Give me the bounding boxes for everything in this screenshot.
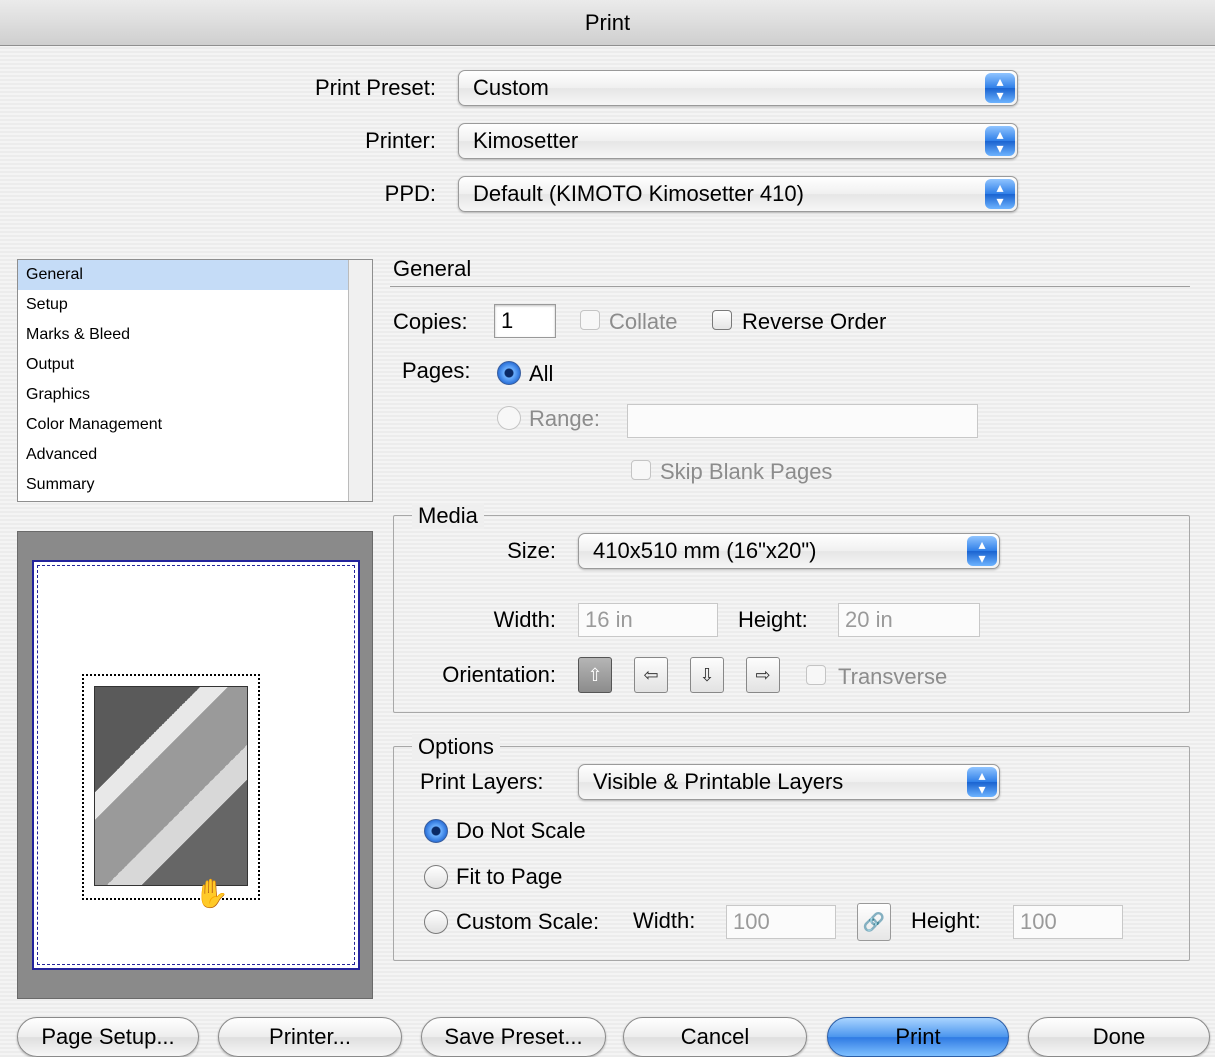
fit-to-page-label: Fit to Page	[456, 864, 563, 889]
orientation-label: Orientation:	[442, 662, 556, 687]
custom-scale-label: Custom Scale:	[456, 909, 600, 934]
pages-range-radio[interactable]	[497, 406, 521, 430]
done-button[interactable]: Done	[1028, 1017, 1210, 1057]
size-label: Size:	[507, 538, 556, 563]
fit-to-page-radio[interactable]	[424, 865, 448, 889]
media-width-label: Width:	[493, 607, 556, 632]
ppd-popup[interactable]: Default (KIMOTO Kimosetter 410) ▴ ▾	[458, 176, 1018, 212]
popup-arrows-icon: ▴ ▾	[985, 73, 1015, 103]
reverse-order-label: Reverse Order	[742, 309, 887, 334]
category-item-marks-bleed[interactable]: Marks & Bleed	[18, 320, 372, 350]
printer-label: Printer:	[365, 128, 436, 153]
category-item-general[interactable]: General	[18, 260, 372, 290]
options-title: Options	[412, 734, 500, 760]
media-height-field[interactable]: 20 in	[838, 603, 980, 637]
print-preset-popup[interactable]: Custom ▴ ▾	[458, 70, 1018, 106]
skip-blank-checkbox[interactable]	[631, 460, 651, 480]
popup-arrows-icon: ▴ ▾	[967, 536, 997, 566]
scale-width-field[interactable]: 100	[726, 905, 836, 939]
size-popup[interactable]: 410x510 mm (16"x20") ▴ ▾	[578, 533, 1000, 569]
copies-input[interactable]: 1	[494, 304, 556, 338]
pages-all-radio[interactable]	[497, 361, 521, 385]
orientation-reverse-portrait-icon[interactable]: ⇩	[690, 657, 724, 693]
copies-label: Copies:	[393, 309, 468, 334]
scale-width-label: Width:	[633, 908, 696, 933]
transverse-checkbox[interactable]	[806, 665, 826, 685]
orientation-reverse-landscape-icon[interactable]: ⇨	[746, 657, 780, 693]
document-image	[94, 686, 248, 886]
category-item-summary[interactable]: Summary	[18, 470, 372, 500]
category-item-graphics[interactable]: Graphics	[18, 380, 372, 410]
print-layers-label: Print Layers:	[420, 769, 544, 794]
ppd-value: Default (KIMOTO Kimosetter 410)	[473, 181, 804, 206]
print-layers-popup[interactable]: Visible & Printable Layers ▴ ▾	[578, 764, 1000, 800]
transverse-label: Transverse	[838, 664, 948, 689]
media-height-label: Height:	[738, 607, 808, 632]
chain-link-icon[interactable]: 🔗	[857, 903, 891, 941]
scale-height-field[interactable]: 100	[1013, 905, 1123, 939]
print-preset-value: Custom	[473, 75, 549, 100]
orientation-portrait-icon[interactable]: ⇧	[578, 657, 612, 693]
print-preset-label: Print Preset:	[314, 75, 436, 100]
pages-label: Pages:	[402, 358, 471, 383]
category-item-output[interactable]: Output	[18, 350, 372, 380]
list-scrollbar[interactable]	[348, 260, 372, 501]
category-item-advanced[interactable]: Advanced	[18, 440, 372, 470]
hand-cursor-icon: ✋	[194, 878, 229, 909]
popup-arrows-icon: ▴ ▾	[985, 126, 1015, 156]
printer-button[interactable]: Printer...	[218, 1017, 402, 1057]
pages-range-label: Range:	[529, 406, 600, 431]
media-width-field[interactable]: 16 in	[578, 603, 718, 637]
collate-label: Collate	[609, 309, 678, 334]
section-heading: General	[393, 256, 472, 281]
print-preview: ✋	[17, 531, 373, 999]
popup-arrows-icon: ▴ ▾	[967, 767, 997, 797]
collate-checkbox[interactable]	[580, 310, 600, 330]
ppd-label: PPD:	[384, 181, 436, 206]
popup-arrows-icon: ▴ ▾	[985, 179, 1015, 209]
reverse-order-checkbox[interactable]	[712, 310, 732, 330]
do-not-scale-label: Do Not Scale	[456, 818, 586, 843]
category-item-color-management[interactable]: Color Management	[18, 410, 372, 440]
pages-all-label: All	[529, 361, 554, 386]
printer-popup[interactable]: Kimosetter ▴ ▾	[458, 123, 1018, 159]
heading-divider	[390, 286, 1190, 287]
save-preset-button[interactable]: Save Preset...	[421, 1017, 606, 1057]
scale-height-label: Height:	[911, 908, 981, 933]
window-title: Print	[0, 0, 1215, 46]
document-thumbnail[interactable]	[82, 674, 260, 900]
cancel-button[interactable]: Cancel	[623, 1017, 807, 1057]
category-item-setup[interactable]: Setup	[18, 290, 372, 320]
skip-blank-label: Skip Blank Pages	[660, 459, 833, 484]
page-setup-button[interactable]: Page Setup...	[17, 1017, 199, 1057]
print-button[interactable]: Print	[827, 1017, 1009, 1057]
orientation-landscape-icon[interactable]: ⇦	[634, 657, 668, 693]
custom-scale-radio[interactable]	[424, 910, 448, 934]
size-value: 410x510 mm (16"x20")	[593, 538, 817, 563]
printer-value: Kimosetter	[473, 128, 579, 153]
range-input[interactable]	[627, 404, 978, 438]
media-title: Media	[412, 503, 484, 529]
category-list[interactable]: General Setup Marks & Bleed Output Graph…	[17, 259, 373, 502]
print-layers-value: Visible & Printable Layers	[593, 769, 844, 794]
do-not-scale-radio[interactable]	[424, 819, 448, 843]
